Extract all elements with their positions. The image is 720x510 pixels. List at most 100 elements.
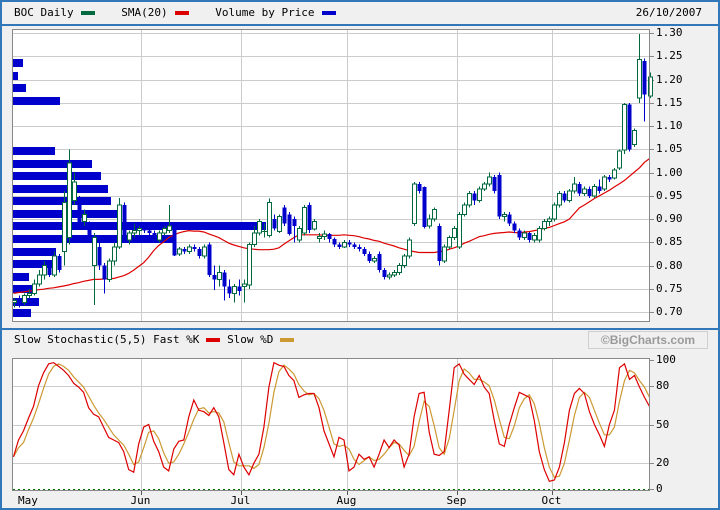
candle-up — [543, 221, 547, 228]
candle-up — [268, 203, 272, 236]
candle-down — [208, 245, 212, 275]
candle-up — [108, 261, 112, 280]
candle-down — [88, 224, 92, 240]
stochastic-label-d: Slow %D — [227, 333, 273, 346]
candle-up — [649, 77, 653, 96]
candle-up — [603, 177, 607, 189]
volume-by-price-bar — [13, 72, 18, 80]
candle-up — [453, 228, 457, 237]
middle-separator-line — [2, 328, 720, 330]
candle-down — [498, 175, 502, 217]
candle-up — [133, 231, 137, 233]
candle-down — [18, 300, 22, 302]
candle-up — [118, 205, 122, 247]
candle-up — [558, 193, 562, 205]
volume-by-price-bar — [13, 298, 39, 306]
volume-by-price-bar — [13, 97, 60, 105]
volume-by-price-bar — [13, 222, 266, 230]
candle-down — [418, 184, 422, 191]
candle-up — [323, 234, 327, 237]
candle-up — [548, 219, 552, 221]
candle-down — [103, 266, 107, 280]
candle-up — [468, 193, 472, 205]
candle-down — [333, 239, 337, 245]
stochastic-axis-tick-label: 50 — [656, 418, 669, 431]
volume-series-swatch-icon — [322, 11, 336, 15]
top-separator-line — [2, 24, 720, 26]
candle-up — [488, 177, 492, 184]
candle-down — [348, 242, 352, 244]
volume-by-price-bar — [13, 59, 23, 67]
candle-up — [138, 228, 142, 230]
price-axis-tick-label: 0.95 — [656, 189, 683, 202]
candle-down — [608, 177, 612, 179]
candle-up — [43, 266, 47, 275]
candle-up — [178, 249, 182, 254]
month-axis-label: Oct — [542, 494, 562, 507]
candle-up — [33, 284, 37, 293]
volume-by-price-bar — [13, 185, 108, 193]
candle-down — [328, 234, 332, 239]
legend-item-price: BOC Daily — [14, 6, 95, 19]
candle-up — [188, 247, 192, 252]
candle-up — [428, 219, 432, 226]
candle-down — [383, 270, 387, 277]
candle-up — [83, 214, 87, 221]
volume-by-price-bar — [13, 160, 92, 168]
candle-down — [78, 198, 82, 224]
candle-up — [303, 207, 307, 233]
candle-down — [223, 272, 227, 286]
bigcharts-watermark: ©BigCharts.com — [588, 331, 708, 349]
candle-up — [463, 205, 467, 214]
candle-up — [38, 275, 42, 284]
candle-up — [158, 233, 162, 240]
candle-down — [423, 187, 427, 227]
stochastic-label-k: Slow Stochastic(5,5) Fast %K — [14, 333, 199, 346]
candle-up — [343, 242, 347, 247]
candle-up — [163, 228, 167, 233]
main-legend: BOC Daily SMA(20) Volume by Price — [14, 6, 356, 19]
candle-down — [288, 214, 292, 234]
candle-down — [148, 231, 152, 233]
candle-up — [633, 131, 637, 145]
candle-down — [293, 219, 297, 226]
candle-down — [48, 266, 52, 275]
month-axis-label: Jul — [231, 494, 251, 507]
candle-down — [518, 231, 522, 238]
candle-down — [358, 247, 362, 249]
candle-up — [393, 272, 397, 274]
candle-down — [123, 205, 127, 240]
slow-d-swatch-icon — [280, 338, 294, 342]
candle-down — [378, 254, 382, 270]
chart-date: 26/10/2007 — [636, 6, 702, 19]
candle-up — [318, 237, 322, 239]
price-axis-tick-label: 1.30 — [656, 26, 683, 39]
stochastic-axis-tick-label: 20 — [656, 456, 669, 469]
candle-up — [613, 170, 617, 178]
candle-down — [353, 245, 357, 247]
candle-up — [568, 191, 572, 200]
legend-item-volume: Volume by Price — [215, 6, 335, 19]
candle-up — [298, 228, 302, 240]
candle-up — [483, 184, 487, 189]
price-axis-tick-label: 1.10 — [656, 119, 683, 132]
price-series-swatch-icon — [81, 11, 95, 15]
stochastic-axis-tick-label: 80 — [656, 379, 669, 392]
candle-up — [63, 203, 67, 252]
volume-by-price-bar — [13, 210, 118, 218]
price-axis-tick-label: 0.90 — [656, 212, 683, 225]
candle-up — [523, 233, 527, 238]
price-axis-tick-label: 1.00 — [656, 166, 683, 179]
candle-up — [278, 217, 282, 232]
candle-down — [438, 226, 442, 261]
sma20-line — [14, 159, 650, 294]
month-axis-label: Aug — [337, 494, 357, 507]
volume-by-price-bar — [13, 147, 55, 155]
candle-down — [513, 224, 517, 231]
candle-down — [578, 184, 582, 193]
volume-by-price-bar — [13, 248, 56, 256]
price-axis-tick-label: 0.85 — [656, 235, 683, 248]
volume-by-price-bar — [13, 235, 174, 243]
legend-item-sma: SMA(20) — [121, 6, 188, 19]
volume-by-price-bar — [13, 260, 54, 268]
